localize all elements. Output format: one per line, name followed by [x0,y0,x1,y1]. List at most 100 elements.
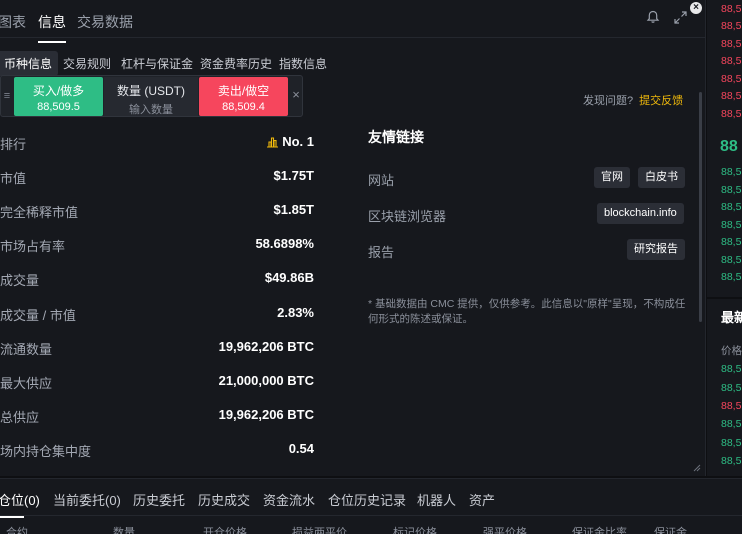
ask-price: 88,5 [721,3,742,15]
trade-price: 88,5 [721,455,742,467]
quantity-label: 数量 (USDT) [117,84,185,98]
ask-price: 88,5 [721,38,742,50]
stat-label: 流通数量 [0,342,53,357]
stat-label: 完全稀释市值 [0,205,79,220]
sell-label: 卖出/做空 [217,84,270,98]
tab-info[interactable]: 信息 [38,12,66,43]
close-icon[interactable]: × [690,2,702,14]
stat-row-max-supply: 最大供应 21,000,000 BTC [0,371,314,391]
trade-price: 88,5 [721,363,742,375]
close-widget-icon[interactable]: × [289,87,303,105]
stat-label: 最大供应 [0,376,53,391]
research-report-button[interactable]: 研究报告 [627,239,685,260]
positions-panel: 仓位(0) 当前委托(0) 历史委托 历史成交 资金流水 仓位历史记录 机器人 … [0,478,742,534]
bid-price: 88,5 [721,166,742,178]
bid-price: 88,5 [721,271,742,283]
stat-value: 58.6898% [255,236,314,251]
website-label: 网站 [368,173,395,188]
ask-price: 88,5 [721,90,742,102]
subtab-trading-rules[interactable]: 交易规则 [63,55,111,72]
buy-label: 买入/做多 [32,84,85,98]
panel-divider [707,297,742,299]
buy-long-button[interactable]: 买入/做多 88,509.5 [14,77,103,116]
subtab-index-info[interactable]: 指数信息 [279,55,327,72]
friend-links-title: 友情链接 [368,129,424,145]
price-column-header: 价格 [721,345,742,357]
column-header: 合约 [6,527,28,534]
stat-row-volume: 成交量 $49.86B [0,268,314,288]
stat-row-fdv: 完全稀释市值 $1.85T [0,200,314,220]
feedback-question: 发现问题? [583,95,634,107]
stat-label: 排行 [0,137,27,152]
resize-grip-icon[interactable] [693,464,701,472]
stat-value: No. 1 [266,134,314,149]
feedback-row: 发现问题? 提交反馈 [583,92,683,108]
stat-label: 总供应 [0,410,40,425]
stat-row-volume-mcap: 成交量 / 市值 2.83% [0,303,314,323]
bid-price: 88,5 [721,184,742,196]
drag-handle-icon[interactable]: ≡ [1,90,13,104]
tab-transaction-history[interactable]: 资金流水 [263,490,315,509]
stat-row-market-cap: 市值 $1.75T [0,166,314,186]
top-tab-bar: 图表 信息 交易数据 × [0,0,706,43]
column-header: 开仓价格 [203,527,247,534]
tab-bots[interactable]: 机器人 [417,490,456,509]
explorer-label: 区块链浏览器 [368,209,447,224]
submit-feedback-link[interactable]: 提交反馈 [639,95,683,107]
stat-value: 19,962,206 BTC [218,339,314,354]
stat-label: 成交量 [0,273,40,288]
tab-assets[interactable]: 资产 [469,490,495,509]
subtab-coin-info[interactable]: 币种信息 [0,51,59,76]
trade-price: 88,5 [721,400,742,412]
tab-trading-data[interactable]: 交易数据 [77,12,133,32]
column-header: 强平价格 [483,527,527,534]
column-header: 保证金比率 [572,527,627,534]
subtab-funding-history[interactable]: 资金费率历史 [200,55,272,72]
explorer-button[interactable]: blockchain.info [597,203,684,224]
info-panel: 图表 信息 交易数据 × 币种信息 交易规则 杠杆与保证金 资金费率历史 指数信… [0,0,706,476]
ask-price: 88,5 [721,55,742,67]
buy-price: 88,509.5 [37,101,80,113]
bid-price: 88,5 [721,254,742,266]
official-site-button[interactable]: 官网 [594,167,630,188]
stat-value: $49.86B [264,270,314,285]
quick-trade-widget: ≡ 买入/做多 88,509.5 数量 (USDT) 输入数量 卖出/做空 88… [0,75,303,117]
stat-row-circulating: 流通数量 19,962,206 BTC [0,337,314,357]
tab-divider [0,515,742,516]
column-header: 数量 [113,527,135,534]
sell-price: 88,509.4 [222,101,265,113]
sell-short-button[interactable]: 卖出/做空 88,509.4 [199,77,288,116]
trade-price: 88,5 [721,382,742,394]
bell-icon[interactable] [646,10,660,24]
bid-price: 88,5 [721,236,742,248]
stat-label: 市场占有率 [0,239,66,254]
stat-value: 2.83% [277,305,314,320]
bid-price: 88,5 [721,201,742,213]
last-price: 88 [720,138,738,155]
tab-positions[interactable]: 仓位(0) [0,490,40,518]
ask-price: 88,5 [721,73,742,85]
quantity-placeholder: 输入数量 [129,104,173,116]
disclaimer-text: * 基础数据由 CMC 提供，仅供参考。此信息以"原样"呈现，不构成任何形式的陈… [368,298,686,325]
column-header: 损益两平价 [292,527,347,534]
rank-value: No. 1 [282,134,314,149]
quantity-input[interactable]: 数量 (USDT) 输入数量 [104,77,198,116]
trade-price: 88,5 [721,437,742,449]
ask-price: 88,5 [721,108,742,120]
tab-trade-history[interactable]: 历史成交 [198,490,250,509]
whitepaper-button[interactable]: 白皮书 [638,167,685,188]
expand-icon[interactable] [674,11,687,24]
scrollbar[interactable] [699,92,702,322]
stat-value: 0.54 [288,441,314,456]
tab-chart[interactable]: 图表 [0,12,26,32]
stat-value: 21,000,000 BTC [218,373,314,388]
stat-value: $1.85T [273,202,314,217]
column-header: 标记价格 [393,527,437,534]
subtab-leverage-margin[interactable]: 杠杆与保证金 [121,55,193,72]
stat-label: 市值 [0,171,27,186]
tab-open-orders[interactable]: 当前委托(0) [53,490,121,509]
stat-value: 19,962,206 BTC [218,407,314,422]
stat-row-rank: 排行 No. 1 [0,132,314,152]
tab-position-history[interactable]: 仓位历史记录 [328,490,406,509]
tab-order-history[interactable]: 历史委托 [133,490,185,509]
